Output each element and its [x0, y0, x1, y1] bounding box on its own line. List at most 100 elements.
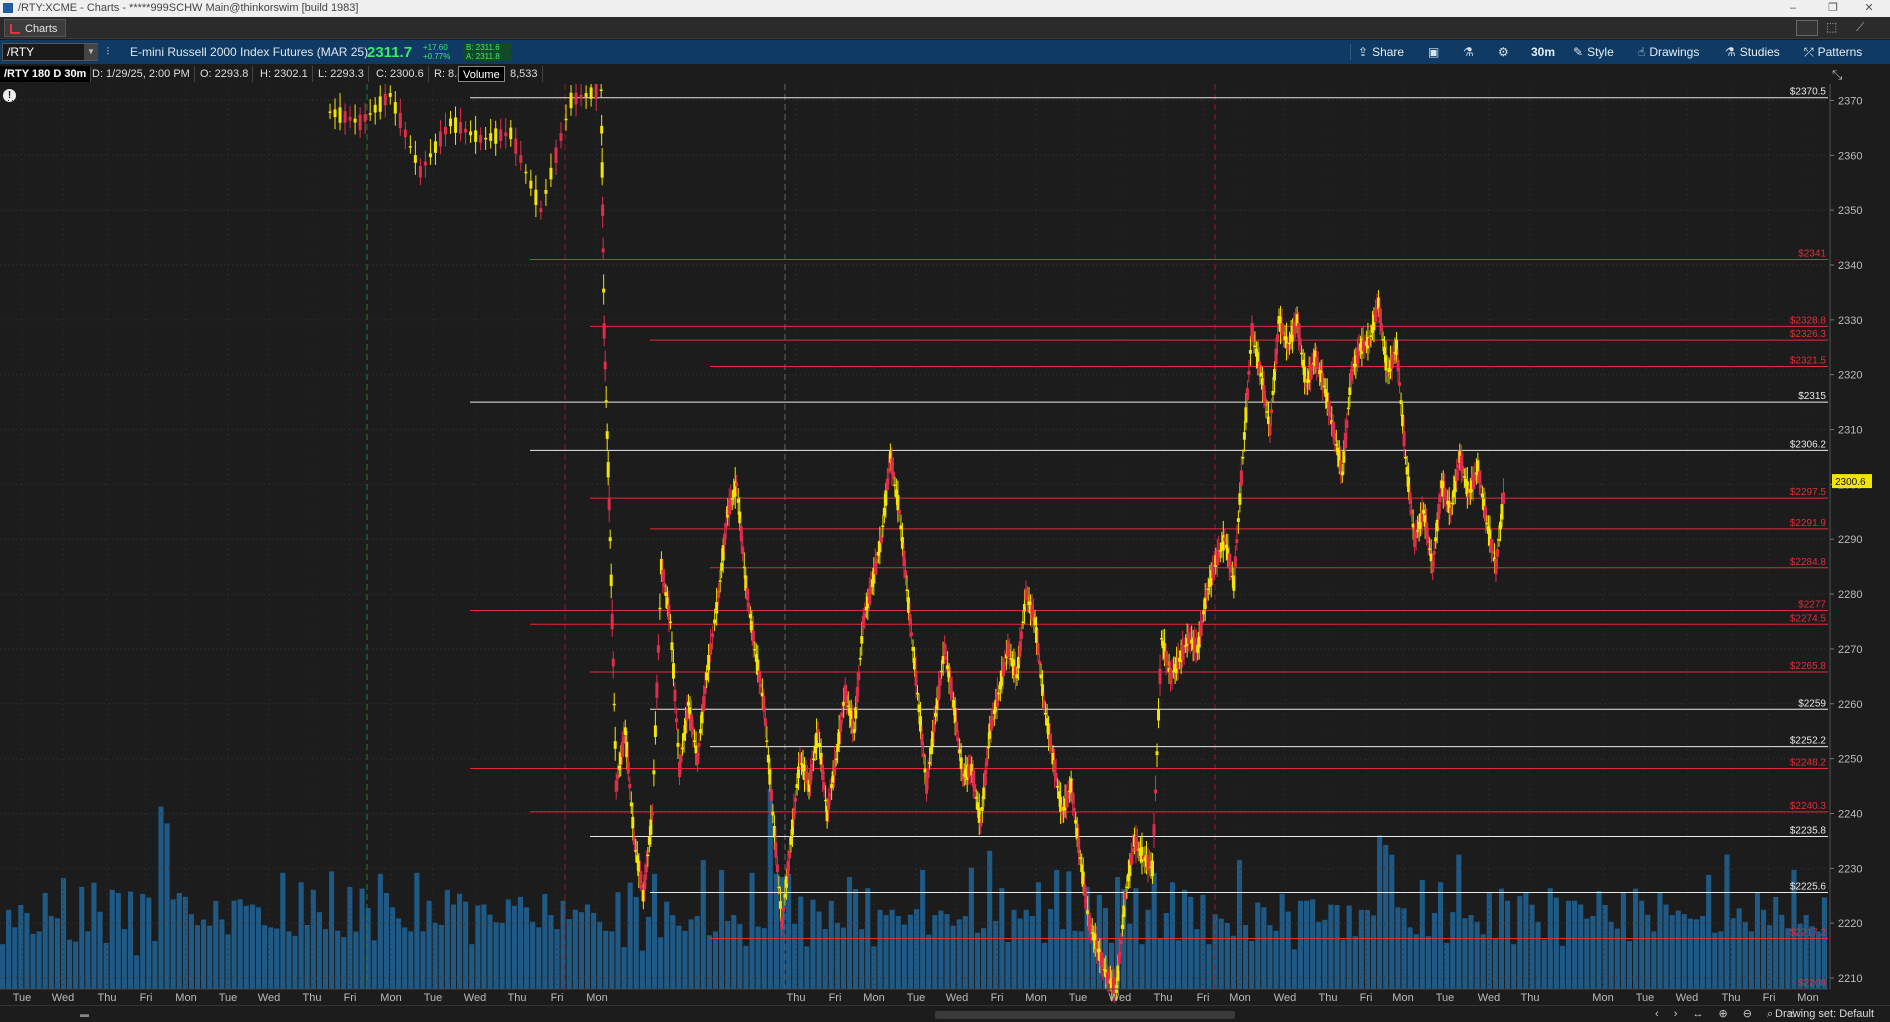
candle-body	[676, 743, 680, 747]
price-level-label: $2265.8	[1790, 661, 1827, 672]
candle-body	[613, 741, 617, 749]
volume-bar	[42, 893, 48, 989]
candle-body	[769, 789, 773, 801]
horizontal-scrollbar[interactable]	[935, 1011, 1235, 1019]
volume-bar	[292, 935, 298, 989]
volume-bar	[1273, 930, 1279, 989]
detach-icon[interactable]: ⬚	[1826, 20, 1837, 34]
volume-bar	[304, 925, 310, 989]
candle-body	[980, 806, 984, 811]
candle-body	[705, 672, 709, 681]
candle-body	[423, 161, 427, 166]
bar-high: H: 2302.1	[256, 66, 313, 82]
snapshot-button[interactable]: ▣	[1428, 43, 1443, 61]
candle-body	[1398, 381, 1402, 386]
volume-bar	[1054, 869, 1060, 989]
candle-body	[897, 509, 901, 514]
volume-bar	[365, 908, 371, 989]
timeframe-button[interactable]: 30m	[1531, 43, 1555, 61]
volume-bar	[85, 931, 91, 989]
volume-bar	[1176, 940, 1182, 989]
volume-bar	[1529, 904, 1535, 989]
volume-bar	[1346, 905, 1352, 989]
studies-lab-button[interactable]: ⚗	[1463, 43, 1478, 61]
candle-body	[388, 93, 392, 97]
volume-bar	[1578, 904, 1584, 989]
price-level-label: $2274.5	[1790, 613, 1827, 624]
volume-bar	[719, 869, 725, 989]
volume-bar	[353, 931, 359, 989]
symbol-settings-icon[interactable]: ⁝	[106, 44, 110, 58]
tab-charts-label: Charts	[25, 23, 58, 35]
volume-bar	[469, 944, 475, 989]
chart-grid	[0, 84, 1828, 989]
layout-icon[interactable]	[1796, 20, 1818, 36]
candle-body	[631, 816, 635, 829]
candle-body	[1402, 431, 1406, 447]
volume-bar	[121, 929, 127, 989]
symbol-dropdown-icon[interactable]: ▼	[84, 44, 98, 60]
scroll-left-icon[interactable]: ▬	[80, 1009, 89, 1019]
candle-body	[646, 854, 650, 857]
candle-body	[606, 462, 610, 478]
volume-bar	[1035, 882, 1041, 989]
tab-charts[interactable]: Charts	[4, 19, 67, 37]
volume-bar	[962, 916, 968, 989]
time-tick-label: Tue	[219, 992, 238, 1004]
candle-body	[589, 87, 593, 99]
volume-bar	[938, 910, 944, 989]
studies-button[interactable]: ⚗ Studies	[1725, 43, 1780, 61]
candle-body	[653, 725, 657, 737]
patterns-button[interactable]: ⤱ Patterns	[1804, 43, 1862, 61]
volume-bar	[1395, 907, 1401, 989]
candle-body	[1151, 860, 1154, 877]
candle-body	[343, 111, 347, 123]
volume-bar	[1139, 944, 1145, 989]
close-button[interactable]: ✕	[1846, 0, 1890, 17]
candle-body	[1036, 643, 1040, 655]
time-tick-label: Mon	[1025, 992, 1046, 1004]
style-button[interactable]: ✎ Style	[1573, 43, 1614, 61]
time-tick-label: Thu	[1154, 992, 1173, 1004]
settings-button[interactable]: ⚙	[1498, 43, 1513, 61]
volume-bar	[481, 904, 487, 989]
volume-bar	[1249, 941, 1255, 989]
volume-bar	[1456, 854, 1462, 989]
drawings-button[interactable]: ☝ Drawings	[1638, 43, 1699, 61]
volume-bar	[1267, 925, 1273, 989]
volume-bar	[36, 931, 42, 989]
price-tick-label: 2280	[1838, 589, 1862, 601]
price-tick-label: 2250	[1838, 754, 1862, 766]
volume-bar	[761, 928, 767, 989]
collapse-icon[interactable]: ⤡	[1832, 67, 1842, 83]
volume-bars	[0, 789, 1827, 989]
volume-bar	[1450, 912, 1456, 989]
candle-body	[1241, 456, 1245, 459]
candle-body	[1346, 407, 1350, 410]
price-tick-label: 2310	[1838, 425, 1862, 437]
candle-body	[881, 525, 885, 528]
volume-bar	[1377, 835, 1383, 989]
volume-bar	[639, 950, 645, 989]
time-tick-label: Tue	[907, 992, 926, 1004]
volume-bar	[359, 888, 365, 989]
pin-icon[interactable]: ⟋	[1856, 20, 1864, 35]
candle-body	[926, 770, 930, 779]
candle-body	[601, 204, 605, 216]
candle-body	[713, 619, 717, 624]
volume-bar	[1413, 934, 1419, 989]
volume-bar	[402, 927, 408, 989]
volume-bar	[1645, 914, 1651, 989]
share-button[interactable]: ⇪ Share	[1358, 43, 1404, 61]
candle-body	[499, 129, 503, 141]
candle-body	[602, 288, 606, 293]
volume-bar	[853, 889, 859, 989]
volume-bar	[329, 871, 335, 989]
price-chart[interactable]: $2370.5 $2341 $2328.8 $2326.3 $2321.5 $2315 $2…	[0, 84, 1890, 1005]
volume-bar	[1657, 893, 1663, 989]
price-tick-label: 2220	[1838, 918, 1862, 930]
volume-bar	[1169, 882, 1176, 989]
volume-study-label[interactable]: Volume	[458, 66, 505, 82]
volume-bar	[1243, 925, 1249, 989]
candle-body	[328, 111, 332, 113]
